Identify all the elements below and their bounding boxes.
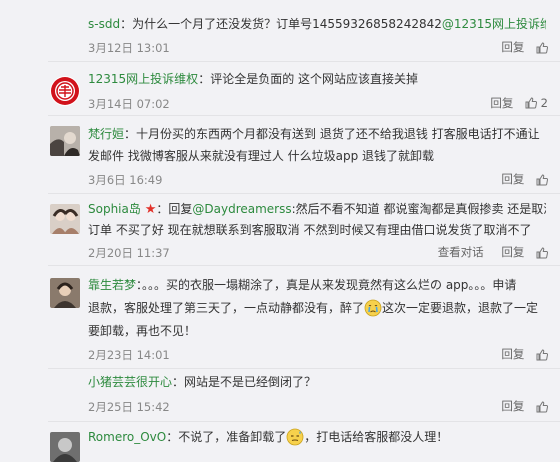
comment-item: 12315网上投诉维权：评论全是负面的 这个网站应该直接关掉 3月14日 07:… [0,62,560,116]
avatar[interactable] [50,432,80,462]
comment-text-continued: 发邮件 找微博客服从来就没有理过人 什么垃圾app 退钱了就卸载 [88,149,435,163]
comment-item: 小猪芸芸很开心：网站是不是已经倒闭了？ 2月25日 15:42 回复 [0,369,560,423]
view-conversation-button[interactable]: 查看对话 [438,244,484,260]
crying-emoji-icon [364,299,382,316]
like-button[interactable]: 2 [525,96,548,111]
comment-text: s-sdd：为什么一个月了还没发货？订单号14559326858242842@1… [88,14,546,35]
sweat-emoji-icon [286,428,304,445]
comment-item: Sophia岛 ★：回复@Daydreamerss:然后不看不知道 都说蜜淘都是… [0,194,560,266]
like-button[interactable] [536,172,548,186]
comment-username[interactable]: 梵行姮 [88,127,124,141]
comment-actions: 回复 [501,346,548,362]
avatar[interactable] [50,76,80,106]
thumbs-up-icon [536,41,548,53]
reply-button[interactable]: 回复 [490,95,513,111]
comment-actions: 回复 [501,39,548,55]
comment-actions: 回复 2 [490,95,548,111]
like-button[interactable] [536,40,548,54]
comment-username[interactable]: s-sdd [88,17,120,31]
comment-username[interactable]: Romero_OvO [88,430,166,444]
comment-time: 3月14日 07:02 [88,97,170,111]
divider [48,421,560,422]
comment-time: 3月12日 13:01 [88,41,170,55]
reply-button[interactable]: 回复 [501,346,524,362]
avatar[interactable] [50,126,80,156]
thumbs-up-icon [536,173,548,185]
comment-time: 2月20日 11:37 [88,246,170,260]
comment-time: 3月6日 16:49 [88,173,163,187]
reply-button[interactable]: 回复 [501,398,524,414]
comment-text: Sophia岛 ★：回复@Daydreamerss:然后不看不知道 都说蜜淘都是… [88,202,546,217]
user-photo-icon [50,126,80,156]
comment-time: 2月23日 14:01 [88,348,170,362]
comment-text: Romero_OvO：不说了，准备卸载了 ，打电话给客服都没人理！ [88,427,546,448]
like-button[interactable] [536,245,548,259]
comment-actions: 回复 [501,171,548,187]
thumbs-up-icon [525,97,538,109]
reply-button[interactable]: 回复 [501,171,524,187]
comment-text-continued: 退款，客服处理了第三天了，一点动静都没有，醉了 这次一定要退款，退款了一定 [88,298,546,319]
comment-username[interactable]: Sophia岛 [88,202,141,216]
complaint-logo-icon [51,77,79,105]
comment-username[interactable]: 12315网上投诉维权 [88,72,198,86]
user-photo-icon [50,432,80,462]
comment-text-continued: 要卸载，再也不见！ [88,324,197,338]
comment-text: 12315网上投诉维权：评论全是负面的 这个网站应该直接关掉 [88,72,419,86]
comment-item: 梵行姮：十月份买的东西两个月都没有送到 退货了还不给我退钱 打客服电话打不通让 … [0,116,560,194]
comment-actions: 回复 [501,398,548,414]
comment-text: 靠生若梦：。。。买的衣服一塌糊涂了，真是从来发现竟然有这么烂の app。。。申请 [88,278,517,292]
comment-item: Romero_OvO：不说了，准备卸载了 ，打电话给客服都没人理！ [0,423,560,462]
comment-text: 梵行姮：十月份买的东西两个月都没有送到 退货了还不给我退钱 打客服电话打不通让 [88,127,540,141]
avatar[interactable] [50,278,80,308]
reply-button[interactable]: 回复 [501,39,524,55]
comment-item: s-sdd：为什么一个月了还没发货？订单号14559326858242842@1… [0,0,560,62]
reply-button[interactable]: 回复 [501,244,524,260]
comment-text: 小猪芸芸很开心：网站是不是已经倒闭了？ [88,375,317,389]
mention-link[interactable]: @12315网上投诉维权 [442,17,546,31]
thumbs-up-icon [536,400,548,412]
comment-username[interactable]: 靠生若梦 [88,278,136,292]
like-button[interactable] [536,347,548,361]
like-count: 2 [540,96,548,111]
comment-text-continued: 订单 不买了好 现在就想联系到客服取消 不然到时候又有理由借口说发货了取消不了 [88,223,532,237]
thumbs-up-icon [536,348,548,360]
mention-link[interactable]: @Daydreamerss [192,202,291,216]
comment-actions: 查看对话 回复 [438,244,548,260]
like-button[interactable] [536,399,548,413]
comment-username[interactable]: 小猪芸芸很开心 [88,375,172,389]
avatar[interactable] [50,204,80,234]
comment-item: 靠生若梦：。。。买的衣服一塌糊涂了，真是从来发现竟然有这么烂の app。。。申请… [0,266,560,369]
thumbs-up-icon [536,246,548,258]
user-photo-icon [50,278,80,308]
comment-time: 2月25日 15:42 [88,400,170,414]
star-badge-icon: ★ [144,202,157,217]
user-photo-icon [50,204,80,234]
